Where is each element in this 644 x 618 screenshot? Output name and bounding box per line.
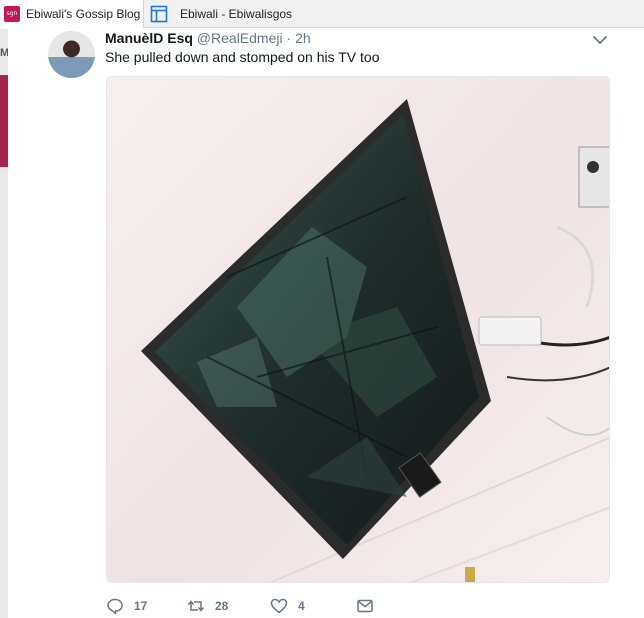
tab-ebiwali-gossip-blog[interactable]: sgn Ebiwali's Gossip Blog: [0, 0, 144, 28]
tweet-card: ManuèlD Esq @RealEdmeji · 2h She pulled …: [8, 29, 644, 618]
tweet-media-photo[interactable]: [106, 76, 610, 583]
tweet-text: She pulled down and stomped on his TV to…: [105, 49, 380, 65]
retweet-icon: [187, 600, 205, 612]
envelope-icon: [357, 599, 373, 613]
tweet-timestamp[interactable]: 2h: [295, 30, 311, 46]
browser-tab-bar: sgn Ebiwali's Gossip Blog Ebiwali - Ebiw…: [0, 0, 644, 28]
heart-icon: [270, 598, 288, 614]
site-logo-icon: sgn: [4, 5, 20, 22]
tweet-header: ManuèlD Esq @RealEdmeji · 2h: [105, 30, 311, 46]
chevron-down-icon[interactable]: [592, 32, 608, 48]
reply-count: 17: [134, 599, 148, 613]
tab-ebiwali-page[interactable]: Ebiwali - Ebiwalisgos: [144, 0, 643, 28]
retweet-count: 28: [215, 599, 229, 613]
background-page-strip: M: [0, 29, 9, 618]
separator-dot: ·: [286, 30, 292, 46]
background-accent-bar: [0, 75, 8, 167]
broken-tv-photo: [107, 77, 609, 582]
direct-message-button[interactable]: [356, 597, 386, 615]
like-button[interactable]: 4: [270, 597, 356, 615]
reply-button[interactable]: 17: [106, 597, 187, 615]
tweet-actions: 17 28 4: [106, 594, 386, 618]
avatar[interactable]: [48, 31, 95, 78]
user-name[interactable]: ManuèlD Esq: [105, 30, 193, 46]
like-count: 4: [298, 599, 305, 613]
retweet-button[interactable]: 28: [187, 597, 270, 615]
user-handle[interactable]: @RealEdmeji: [197, 30, 283, 46]
tab-title: Ebiwali's Gossip Blog: [26, 6, 141, 21]
tab-title: Ebiwali - Ebiwalisgos: [180, 6, 293, 21]
reply-icon: [107, 598, 123, 615]
page-icon: [150, 5, 168, 22]
